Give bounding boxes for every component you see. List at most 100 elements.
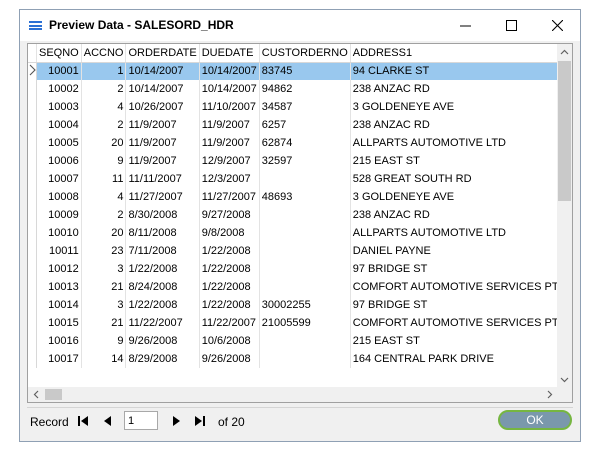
table-row[interactable]: 1001231/22/20081/22/200897 BRIDGE STFORE…: [28, 260, 572, 278]
cell-seqno[interactable]: 10011: [36, 242, 82, 260]
row-indicator[interactable]: [28, 296, 37, 314]
cell-accno[interactable]: 3: [81, 260, 127, 278]
cell-address1[interactable]: COMFORT AUTOMOTIVE SERVICES PT: [350, 278, 562, 296]
cell-orderdate[interactable]: 10/14/2007: [125, 62, 200, 80]
scroll-left-button[interactable]: [28, 387, 44, 402]
table-row[interactable]: 10015 21 11/22/2007 11/22/2007 21005599 COMFO…: [28, 314, 572, 332]
cell-seqno[interactable]: 10005: [36, 134, 82, 152]
cell-duedate[interactable]: 11/22/2007: [199, 314, 260, 332]
cell-seqno[interactable]: 10015: [36, 314, 82, 332]
row-indicator[interactable]: [28, 80, 37, 98]
row-indicator[interactable]: [28, 152, 37, 170]
table-row[interactable]: 10014 3 1/22/2008 1/22/2008 30002255 97 BRIDG…: [28, 296, 572, 314]
cell-seqno[interactable]: 10008: [36, 188, 82, 206]
cell-custorderno[interactable]: [259, 350, 351, 368]
row-indicator[interactable]: [28, 350, 37, 368]
row-indicator[interactable]: [28, 170, 37, 188]
cell-seqno[interactable]: 10014: [36, 296, 82, 314]
cell-orderdate[interactable]: 11/9/2007: [125, 152, 200, 170]
cell-duedate[interactable]: 12/9/2007: [199, 152, 260, 170]
row-indicator[interactable]: [28, 116, 37, 134]
cell-accno[interactable]: 4: [81, 98, 127, 116]
cell-accno[interactable]: 23: [81, 242, 127, 260]
row-indicator[interactable]: [28, 134, 37, 152]
cell-custorderno[interactable]: 21005599: [259, 314, 351, 332]
scroll-up-button[interactable]: [557, 44, 572, 60]
cell-seqno[interactable]: 10012: [36, 260, 82, 278]
scroll-right-button[interactable]: [542, 387, 558, 402]
cell-orderdate[interactable]: 8/29/2008: [125, 350, 200, 368]
column-header-custorderno[interactable]: CUSTORDERNO: [259, 44, 351, 63]
cell-orderdate[interactable]: 8/30/2008: [125, 206, 200, 224]
cell-duedate[interactable]: 12/3/2007: [199, 170, 260, 188]
cell-duedate[interactable]: 10/14/2007: [199, 80, 260, 98]
cell-seqno[interactable]: 10013: [36, 278, 82, 296]
cell-address1[interactable]: COMFORT AUTOMOTIVE SERVICES PT: [350, 314, 562, 332]
cell-duedate[interactable]: 10/6/2008: [199, 332, 260, 350]
column-header-orderdate[interactable]: ORDERDATE: [125, 44, 200, 63]
cell-orderdate[interactable]: 11/9/2007: [125, 116, 200, 134]
row-indicator[interactable]: [28, 62, 37, 80]
cell-duedate[interactable]: 11/9/2007: [199, 134, 260, 152]
column-header-duedate[interactable]: DUEDATE: [199, 44, 260, 63]
cell-seqno[interactable]: 10001: [36, 62, 82, 80]
cell-custorderno[interactable]: 83745: [259, 62, 351, 80]
cell-duedate[interactable]: 10/14/2007: [199, 62, 260, 80]
row-indicator[interactable]: [28, 242, 37, 260]
column-header-address1[interactable]: ADDRESS1: [350, 44, 562, 63]
minimize-button[interactable]: [442, 10, 488, 41]
cell-custorderno[interactable]: 94862: [259, 80, 351, 98]
cell-orderdate[interactable]: 10/14/2007: [125, 80, 200, 98]
cell-custorderno[interactable]: 32597: [259, 152, 351, 170]
cell-accno[interactable]: 14: [81, 350, 127, 368]
cell-accno[interactable]: 2: [81, 206, 127, 224]
cell-address1[interactable]: 3 GOLDENEYE AVE: [350, 98, 562, 116]
table-row[interactable]: 10002 2 10/14/2007 10/14/2007 94862 238 ANZAC…: [28, 80, 572, 98]
table-row[interactable]: 10001 1 10/14/2007 10/14/2007 83745 94 CLARKE…: [28, 62, 572, 80]
cell-custorderno[interactable]: [259, 332, 351, 350]
cell-address1[interactable]: 3 GOLDENEYE AVE: [350, 188, 562, 206]
cell-address1[interactable]: 94 CLARKE ST: [350, 62, 562, 80]
cell-duedate[interactable]: 11/10/2007: [199, 98, 260, 116]
table-row[interactable]: 10007 11 11/11/2007 12/3/2007 528 GREAT SOUT…: [28, 170, 572, 188]
cell-seqno[interactable]: 10016: [36, 332, 82, 350]
previous-record-button[interactable]: [96, 411, 118, 431]
cell-seqno[interactable]: 10002: [36, 80, 82, 98]
table-row[interactable]: 10005 20 11/9/2007 11/9/2007 62874 ALLPARTS A…: [28, 134, 572, 152]
vertical-scrollbar[interactable]: [557, 44, 572, 388]
cell-address1[interactable]: 215 EAST ST: [350, 332, 562, 350]
cell-duedate[interactable]: 1/22/2008: [199, 296, 260, 314]
cell-orderdate[interactable]: 11/9/2007: [125, 134, 200, 152]
cell-orderdate[interactable]: 8/24/2008: [125, 278, 200, 296]
cell-orderdate[interactable]: 10/26/2007: [125, 98, 200, 116]
cell-accno[interactable]: 11: [81, 170, 127, 188]
table-row[interactable]: 10003 4 10/26/2007 11/10/2007 34587 3 GOLDENE…: [28, 98, 572, 116]
row-indicator[interactable]: [28, 314, 37, 332]
next-record-button[interactable]: [165, 411, 187, 431]
cell-seqno[interactable]: 10006: [36, 152, 82, 170]
cell-custorderno[interactable]: 6257: [259, 116, 351, 134]
cell-custorderno[interactable]: 34587: [259, 98, 351, 116]
cell-duedate[interactable]: 1/22/2008: [199, 278, 260, 296]
cell-duedate[interactable]: 9/27/2008: [199, 206, 260, 224]
cell-address1[interactable]: DANIEL PAYNE: [350, 242, 562, 260]
cell-address1[interactable]: 97 BRIDGE ST: [350, 296, 562, 314]
cell-duedate[interactable]: 1/22/2008: [199, 242, 260, 260]
cell-address1[interactable]: 528 GREAT SOUTH RD: [350, 170, 562, 188]
cell-accno[interactable]: 1: [81, 62, 127, 80]
table-row[interactable]: 10004 2 11/9/2007 11/9/2007 6257 238 ANZAC RD…: [28, 116, 572, 134]
table-row[interactable]: 10010 20 8/11/2008 9/8/2008 ALLPARTS AUTOMOT…: [28, 224, 572, 242]
title-bar[interactable]: Preview Data - SALESORD_HDR: [20, 10, 580, 41]
cell-custorderno[interactable]: 62874: [259, 134, 351, 152]
cell-address1[interactable]: 97 BRIDGE ST: [350, 260, 562, 278]
cell-orderdate[interactable]: 1/22/2008: [125, 296, 200, 314]
cell-accno[interactable]: 4: [81, 188, 127, 206]
close-button[interactable]: [534, 10, 580, 41]
column-header-seqno[interactable]: SEQNO: [36, 44, 82, 63]
cell-orderdate[interactable]: 8/11/2008: [125, 224, 200, 242]
row-indicator[interactable]: [28, 188, 37, 206]
cell-orderdate[interactable]: 1/22/2008: [125, 260, 200, 278]
cell-custorderno[interactable]: 30002255: [259, 296, 351, 314]
cell-custorderno[interactable]: [259, 170, 351, 188]
row-indicator[interactable]: [28, 278, 37, 296]
